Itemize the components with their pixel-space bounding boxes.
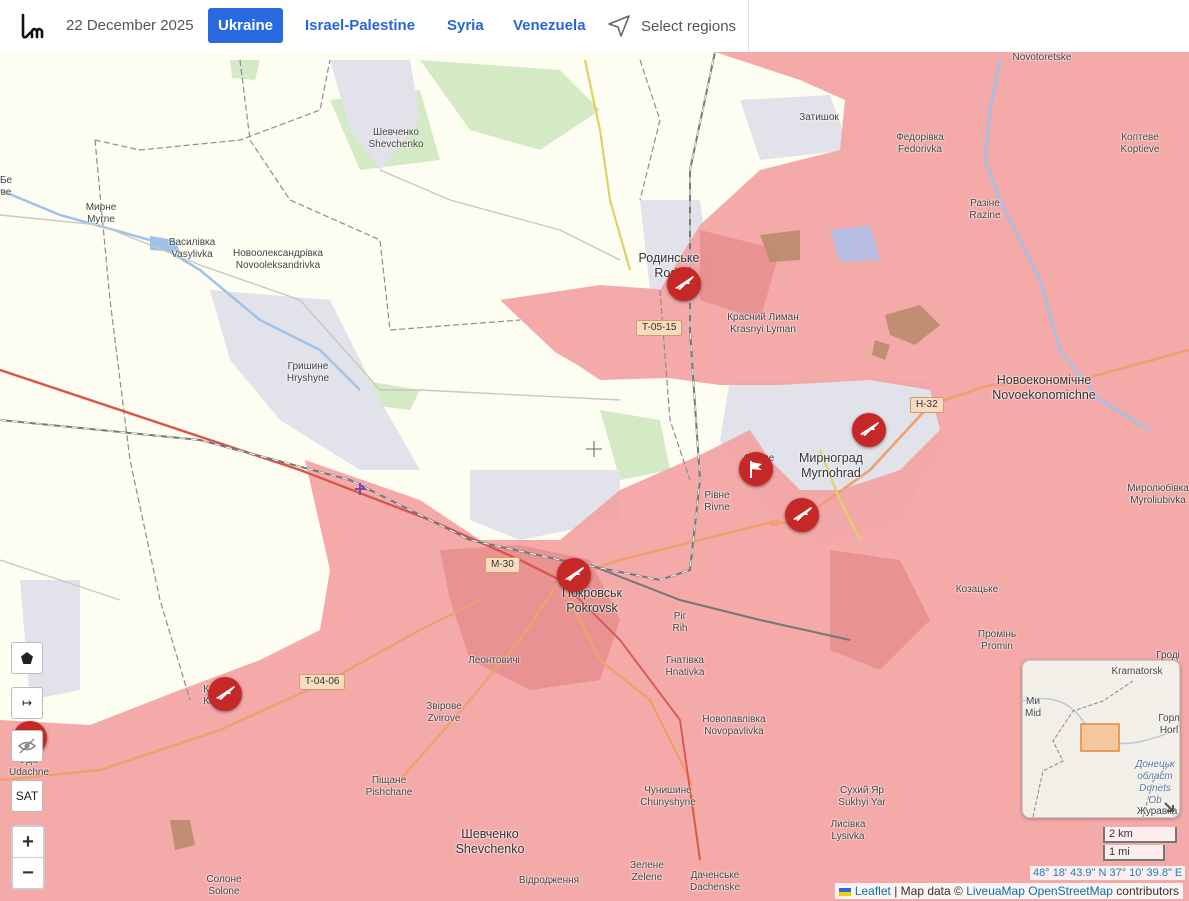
flag-icon (750, 461, 762, 478)
label-novoekonomichne: Новоекономічне Novoekonomichne (992, 373, 1096, 402)
measure-button[interactable]: ↦ (11, 687, 43, 719)
minimap-label-oblast: Донецьк област Donets Ob (1135, 759, 1175, 806)
label-hryshyne: Гришине Hryshyne (286, 361, 330, 384)
select-regions-label: Select regions (641, 17, 737, 35)
map-base-layer (0, 52, 1189, 901)
label-novooleksandrivka: Новоолександрівка Novooleksandrivka (233, 248, 323, 271)
label-zatyshok: Затишок (799, 112, 839, 123)
label-vidrodzhennia: Відродження (518, 875, 580, 886)
label-promin: Промінь Promin (977, 629, 1017, 652)
zoom-in-button[interactable]: + (13, 827, 43, 857)
road-shield-t0406: T-04-06 (299, 674, 346, 690)
leaflet-link[interactable]: Leaflet (855, 884, 891, 898)
rifle-icon (675, 276, 694, 290)
label-shevchenko-south: Шевченко Shevchenko (455, 827, 525, 856)
satellite-toggle-button[interactable]: SAT (11, 780, 43, 812)
current-date: 22 December 2025 (66, 17, 194, 34)
rifle-icon (216, 686, 235, 700)
label-myrne: Мирне Myrne (85, 202, 117, 225)
tab-venezuela[interactable]: Venezuela (503, 8, 596, 43)
road-shield-m30: M-30 (485, 557, 520, 573)
label-lysivka: Лисівка Lysivka (830, 819, 866, 842)
label-rih: Ріг Rih (672, 611, 688, 634)
map-attribution: Leaflet | Map data © LiveuaMap OpenStree… (835, 883, 1183, 899)
event-marker-flag[interactable] (739, 452, 773, 486)
label-fedorivka: Федорівка Fedorivka (896, 132, 944, 155)
map-canvas[interactable]: Novotoretske Затишок Федорівка Fedorivka … (0, 52, 1189, 901)
label-chunyshyne: Чунишине Chunyshyne (640, 785, 696, 808)
label-sukhyi-yar: Сухий Яр Sukhyi Yar (838, 785, 886, 808)
liveuamap-logo[interactable] (20, 11, 46, 41)
select-regions-button[interactable]: Select regions (607, 13, 736, 39)
event-marker-gun[interactable] (208, 677, 242, 711)
zoom-control: + − (11, 825, 45, 890)
tab-syria[interactable]: Syria (437, 8, 494, 43)
label-zelene: Зелене Zelene (630, 860, 664, 883)
zoom-out-button[interactable]: − (13, 857, 43, 888)
rifle-icon (793, 507, 812, 521)
label-be: Бе ве (0, 175, 13, 198)
rifle-icon (860, 422, 879, 436)
label-shevchenko-north: Шевченко Shevchenko (368, 127, 424, 150)
label-vasylivka: Василівка Vasylivka (168, 237, 216, 260)
label-novotoretske: Novotoretske (1012, 52, 1072, 63)
openstreetmap-link[interactable]: OpenStreetMap (1028, 884, 1113, 898)
label-hnativka: Гнатівка Hnativka (665, 655, 705, 678)
minimap-label-horl: Горл Horl (1158, 713, 1180, 736)
liveuamap-link[interactable]: LiveuaMap (966, 884, 1025, 898)
minimap-label-mid: Ми Mid (1024, 696, 1042, 719)
label-pishchane: Піщане Pishchane (365, 775, 413, 798)
cursor-coordinates: 48° 18' 43.9" N 37° 10' 39.8" E (1030, 866, 1186, 880)
hide-markers-button[interactable] (11, 730, 43, 762)
event-marker-gun[interactable] (557, 558, 591, 592)
minimap-toggle-icon[interactable] (1163, 801, 1175, 813)
road-shield-t0515: T-05-15 (636, 320, 683, 336)
pentagon-icon (21, 652, 33, 664)
label-kozatske: Козацьке (955, 584, 999, 595)
minimap-label-kramatorsk: Kramatorsk (1111, 666, 1163, 677)
road-shield-h32: H-32 (910, 397, 944, 413)
minimap[interactable]: Kramatorsk Горл Horl Ми Mid Донецьк област D… (1022, 660, 1180, 818)
label-leontovychi: Леонтовичі (468, 655, 520, 666)
label-razine: Разіне Razine (969, 198, 1001, 221)
event-marker-gun[interactable] (785, 498, 819, 532)
tab-ukraine[interactable]: Ukraine (208, 8, 284, 43)
rifle-icon (565, 567, 584, 581)
label-myroliubivka: Миролюбівка Myroliubivka (1127, 483, 1189, 506)
label-novopavlivka: Новопавлівка Novopavlivka (702, 714, 766, 737)
label-dachenske: Даченське Dachenske (689, 870, 741, 893)
tab-israel-palestine[interactable]: Israel-Palestine (295, 8, 425, 43)
label-solone: Солоне Solone (206, 874, 242, 897)
label-myrnohrad: Мирноград Myrnohrad (799, 451, 863, 480)
top-bar: 22 December 2025 Ukraine Israel-Palestin… (0, 0, 749, 52)
label-krasnyi-lyman: Красний Лиман Krasnyi Lyman (727, 312, 799, 335)
scale-km: 2 km (1103, 827, 1177, 843)
label-rivne: Рівне Rivne (704, 490, 730, 513)
draw-polygon-button[interactable] (11, 642, 43, 674)
event-marker-gun[interactable] (667, 267, 701, 301)
eye-slash-icon (18, 738, 36, 754)
scale-mi: 1 mi (1103, 845, 1165, 861)
label-koptieve: Коптеве Koptieve (1120, 132, 1160, 155)
label-zvirove: Звірове Zvirove (426, 701, 462, 724)
event-marker-gun[interactable] (852, 413, 886, 447)
ukraine-flag-icon (839, 887, 852, 896)
navigation-arrow-icon (608, 15, 630, 37)
